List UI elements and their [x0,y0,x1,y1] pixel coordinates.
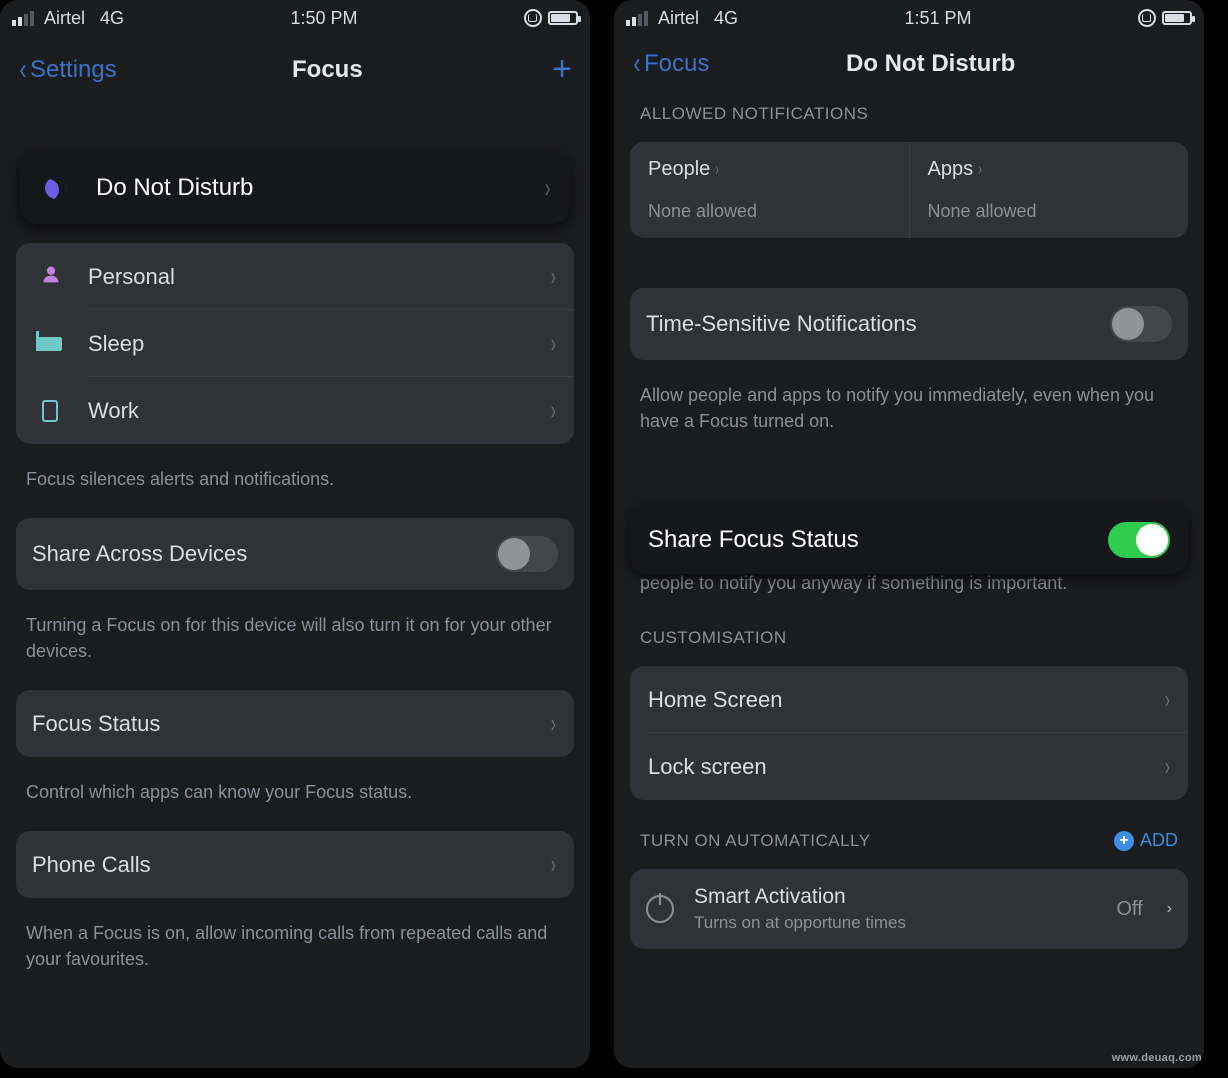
back-label: Focus [644,50,709,78]
automatic-header: TURN ON AUTOMATICALLY [640,831,871,851]
plus-circle-icon: + [1114,831,1134,851]
row-label: Time-Sensitive Notifications [646,311,1110,337]
clock: 1:50 PM [291,8,358,29]
back-button[interactable]: ‹ Settings [18,56,117,84]
share-devices-caption: Turning a Focus on for this device will … [0,602,590,678]
status-bar: Airtel 4G 1:50 PM [0,0,590,36]
chevron-right-icon: › [1167,900,1172,918]
customisation-list: Home Screen › Lock screen › [630,666,1188,800]
chevron-right-icon: › [551,395,556,426]
phone-calls-row[interactable]: Phone Calls › [16,831,574,898]
network-label: 4G [714,8,738,28]
chevron-right-icon: › [551,328,556,359]
chevron-right-icon: › [551,261,556,292]
page-title: Do Not Disturb [709,50,1152,78]
focus-status-row[interactable]: Focus Status › [16,690,574,757]
row-label: Share Across Devices [32,541,496,567]
allowed-notifications-header: ALLOWED NOTIFICATIONS [614,86,1204,130]
chevron-right-icon: › [978,159,982,180]
row-label: Phone Calls [32,852,549,878]
phone-calls-caption: When a Focus is on, allow incoming calls… [0,910,590,986]
add-automation-button[interactable]: + ADD [1114,830,1178,851]
focus-item-label: Do Not Disturb [96,174,543,202]
rotation-lock-icon [1138,9,1156,27]
chevron-right-icon: › [551,849,556,880]
back-button[interactable]: ‹ Focus [632,50,709,78]
nav-header: ‹ Settings Focus + [0,36,590,97]
allowed-apps-value: None allowed [928,201,1171,222]
chevron-right-icon: › [545,172,551,204]
focus-status-caption: Control which apps can know your Focus s… [0,769,590,819]
focus-settings-screen: Airtel 4G 1:50 PM ‹ Settings Focus + [0,0,590,1068]
focus-item-work[interactable]: Work › [16,377,574,444]
do-not-disturb-screen: Airtel 4G 1:51 PM ‹ Focus Do Not Disturb… [614,0,1204,1068]
focus-item-sleep[interactable]: Sleep › [16,310,574,377]
time-sensitive-toggle[interactable] [1110,306,1172,342]
lock-screen-row[interactable]: Lock screen › [630,733,1188,800]
power-icon [646,895,674,923]
customisation-header: CUSTOMISATION [614,610,1204,654]
add-label: ADD [1140,830,1178,851]
focus-item-label: Work [88,398,549,424]
cellular-signal-icon [626,11,648,26]
chevron-right-icon: › [551,708,556,739]
back-label: Settings [30,56,117,84]
add-focus-button[interactable]: + [538,50,572,89]
focus-modes-list: Personal › Sleep › Work › [16,243,574,444]
focus-item-personal[interactable]: Personal › [16,243,574,310]
share-across-devices-row[interactable]: Share Across Devices [16,518,574,590]
rotation-lock-icon [524,9,542,27]
row-label: Lock screen [648,754,1163,780]
time-sensitive-caption: Allow people and apps to notify you imme… [614,372,1204,448]
share-focus-toggle[interactable] [1108,522,1170,558]
chevron-left-icon: ‹ [20,61,27,79]
focus-item-label: Sleep [88,331,549,357]
time-sensitive-row[interactable]: Time-Sensitive Notifications [630,288,1188,360]
chevron-right-icon: › [715,159,719,180]
allowed-notifications-card: People› None allowed Apps› None allowed [630,142,1188,238]
allowed-people-button[interactable]: People› None allowed [630,142,910,238]
chevron-left-icon: ‹ [634,55,641,73]
row-label: Home Screen [648,687,1163,713]
allowed-people-value: None allowed [648,201,891,222]
row-label: Focus Status [32,711,549,737]
network-label: 4G [100,8,124,28]
share-devices-toggle[interactable] [496,536,558,572]
allowed-people-label: People [648,158,710,181]
clock: 1:51 PM [905,8,972,29]
watermark: www.deuaq.com [1112,1052,1202,1064]
status-bar: Airtel 4G 1:51 PM [614,0,1204,36]
allowed-apps-button[interactable]: Apps› None allowed [910,142,1189,238]
moon-icon [45,177,67,199]
share-focus-status-row[interactable]: Share Focus Status [630,504,1188,574]
page-title: Focus [117,56,538,84]
chevron-right-icon: › [1165,751,1170,782]
smart-subtitle: Turns on at opportune times [694,913,1100,933]
focus-item-label: Personal [88,264,549,290]
badge-icon [42,400,58,422]
smart-activation-row[interactable]: Smart Activation Turns on at opportune t… [630,869,1188,949]
row-label: Share Focus Status [648,526,1108,554]
focus-caption: Focus silences alerts and notifications. [0,456,590,506]
nav-header: ‹ Focus Do Not Disturb [614,36,1204,86]
carrier-label: Airtel [658,8,699,28]
allowed-apps-label: Apps [928,158,974,181]
carrier-label: Airtel [44,8,85,28]
bed-icon [38,337,62,351]
smart-value: Off [1116,898,1142,921]
person-icon [41,264,59,290]
chevron-right-icon: › [1165,684,1170,715]
smart-title: Smart Activation [694,885,1100,909]
cellular-signal-icon [12,11,34,26]
home-screen-row[interactable]: Home Screen › [630,666,1188,733]
battery-icon [1162,11,1192,25]
focus-item-do-not-disturb[interactable]: Do Not Disturb › [20,152,570,224]
battery-icon [548,11,578,25]
